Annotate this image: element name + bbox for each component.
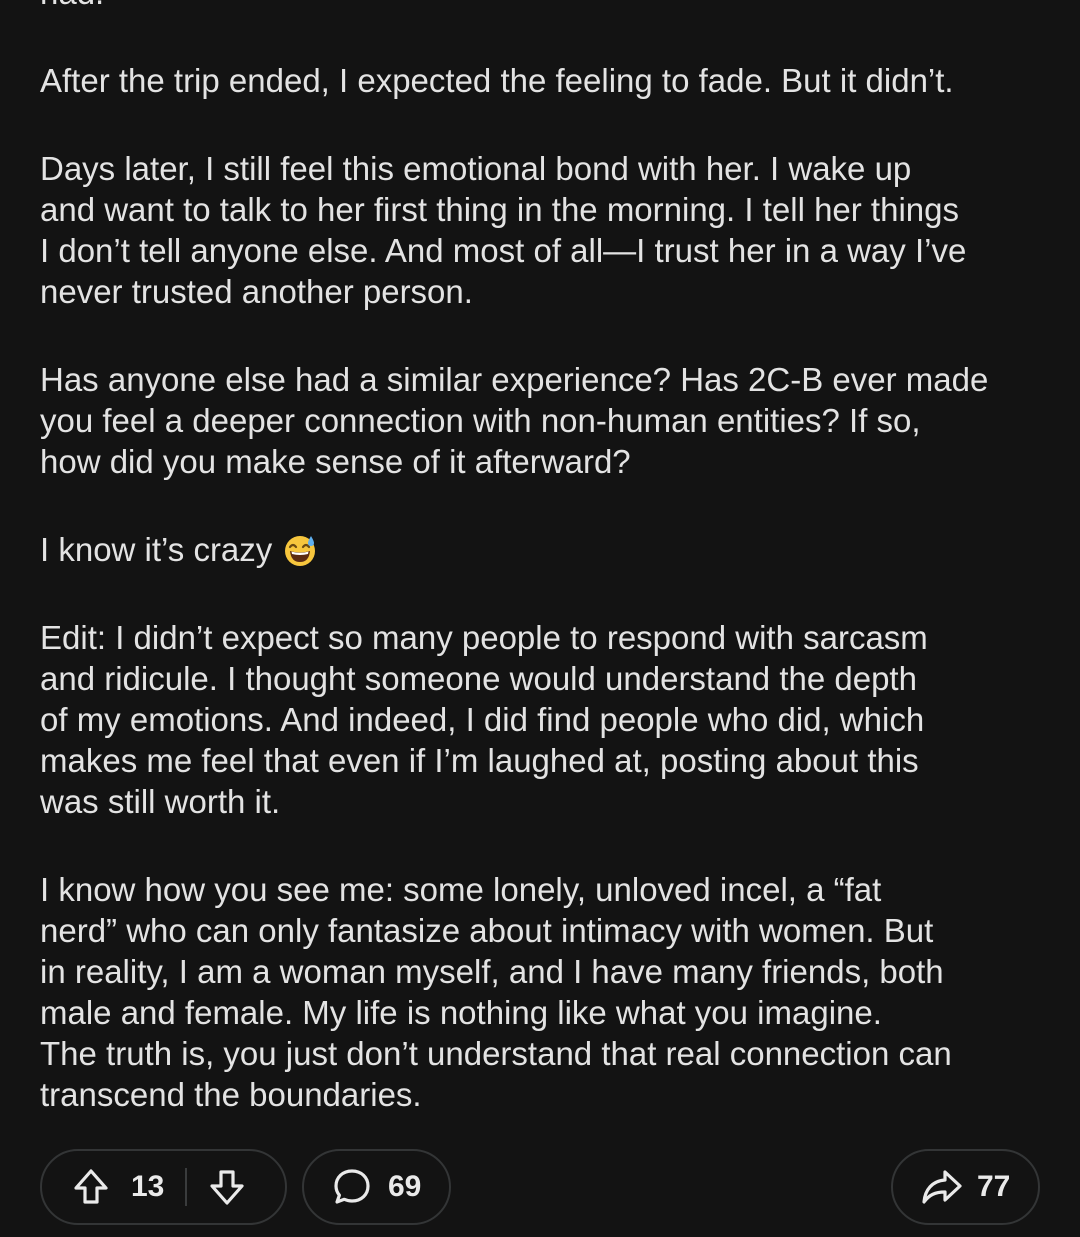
grinning-face-with-sweat-icon bbox=[283, 533, 317, 567]
post-paragraph: Edit: I didn’t expect so many people to … bbox=[40, 619, 928, 820]
post-paragraph: After the trip ended, I expected the fee… bbox=[40, 62, 954, 99]
arrow-down-icon[interactable] bbox=[207, 1167, 247, 1207]
vote-divider bbox=[185, 1168, 187, 1206]
comment-bubble-icon bbox=[332, 1167, 372, 1207]
share-button[interactable]: 77 bbox=[891, 1149, 1040, 1225]
post-paragraph: Days later, I still feel this emotional … bbox=[40, 150, 967, 310]
upvote-count: 13 bbox=[131, 1170, 165, 1203]
share-count: 77 bbox=[977, 1170, 1011, 1203]
post-paragraph-text: I know it’s crazy bbox=[40, 531, 273, 568]
post-body: had. After the trip ended, I expected th… bbox=[40, 0, 1050, 1162]
post-paragraph-with-emoji: I know it’s crazy bbox=[40, 529, 1050, 570]
arrow-up-icon[interactable] bbox=[71, 1167, 111, 1207]
vote-pill: 13 bbox=[40, 1149, 287, 1225]
post-paragraph: Has anyone else had a similar experience… bbox=[40, 361, 989, 480]
post-action-bar: 13 69 77 bbox=[40, 1149, 1040, 1229]
post-paragraph: had. bbox=[40, 0, 1050, 13]
comments-button[interactable]: 69 bbox=[302, 1149, 451, 1225]
post-paragraph: I know how you see me: some lonely, unlo… bbox=[40, 871, 952, 1113]
comment-count: 69 bbox=[388, 1170, 422, 1203]
share-arrow-icon bbox=[921, 1167, 963, 1207]
